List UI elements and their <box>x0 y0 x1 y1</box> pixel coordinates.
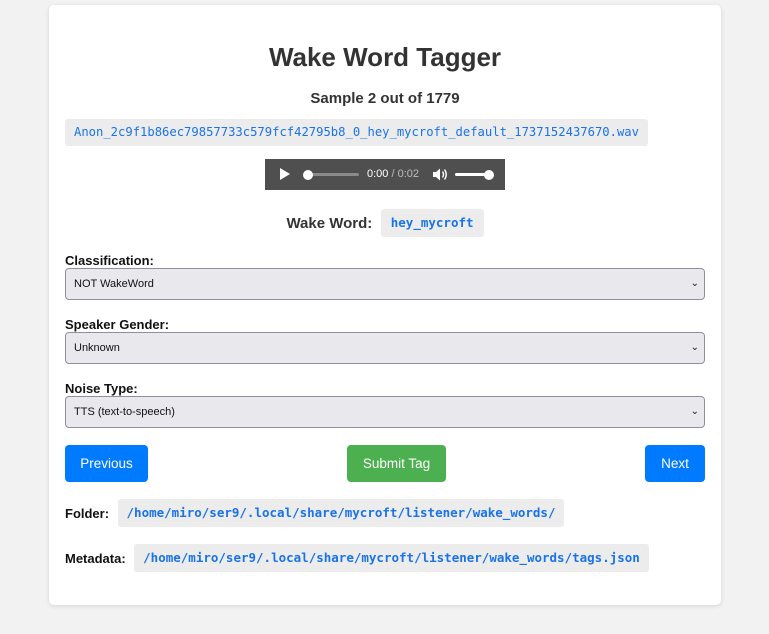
audio-player[interactable]: 0:00 / 0:02 <box>265 159 505 190</box>
speaker-gender-label: Speaker Gender: <box>65 317 170 332</box>
wake-word-label: Wake Word: <box>286 214 373 232</box>
volume-slider[interactable] <box>455 169 494 180</box>
noise-type-label: Noise Type: <box>65 381 138 396</box>
chevron-down-icon: ⌄ <box>690 406 699 417</box>
seek-handle[interactable] <box>303 169 313 180</box>
folder-label: Folder: <box>65 505 110 521</box>
audio-seek-bar[interactable] <box>303 169 359 180</box>
audio-time: 0:00 / 0:02 <box>367 167 419 182</box>
time-separator: / <box>388 168 398 180</box>
classification-select[interactable]: NOT WakeWord ⌄ <box>65 268 705 300</box>
speaker-gender-selected: Unknown <box>74 342 120 354</box>
next-button[interactable]: Next <box>645 445 705 482</box>
metadata-path: /home/miro/ser9/.local/share/mycroft/lis… <box>134 544 649 572</box>
page-title: Wake Word Tagger <box>268 42 502 72</box>
classification-label: Classification: <box>65 253 154 268</box>
metadata-row: Metadata: /home/miro/ser9/.local/share/m… <box>65 544 649 572</box>
noise-type-select[interactable]: TTS (text-to-speech) ⌄ <box>65 396 705 428</box>
wake-word-row: Wake Word: hey_mycroft <box>49 209 721 237</box>
previous-button[interactable]: Previous <box>65 445 148 482</box>
volume-handle[interactable] <box>484 169 494 180</box>
current-time: 0:00 <box>367 168 389 180</box>
play-icon[interactable] <box>280 168 290 180</box>
audio-filename: Anon_2c9f1b86ec79857733c579fcf42795b8_0_… <box>65 119 648 146</box>
metadata-label: Metadata: <box>65 550 126 566</box>
chevron-down-icon: ⌄ <box>690 278 699 289</box>
volume-icon[interactable] <box>432 167 448 182</box>
folder-row: Folder: /home/miro/ser9/.local/share/myc… <box>65 499 565 527</box>
audio-duration: 0:02 <box>397 168 420 180</box>
noise-type-selected: TTS (text-to-speech) <box>74 406 175 418</box>
sample-progress: Sample 2 out of 1779 <box>310 90 460 107</box>
submit-tag-button[interactable]: Submit Tag <box>347 445 446 482</box>
tagger-card: Wake Word Tagger Sample 2 out of 1779 An… <box>49 5 721 605</box>
chevron-down-icon: ⌄ <box>690 342 699 353</box>
speaker-gender-select[interactable]: Unknown ⌄ <box>65 332 705 364</box>
wake-word-value: hey_mycroft <box>380 209 484 237</box>
classification-selected: NOT WakeWord <box>74 278 154 290</box>
folder-path: /home/miro/ser9/.local/share/mycroft/lis… <box>117 499 565 527</box>
